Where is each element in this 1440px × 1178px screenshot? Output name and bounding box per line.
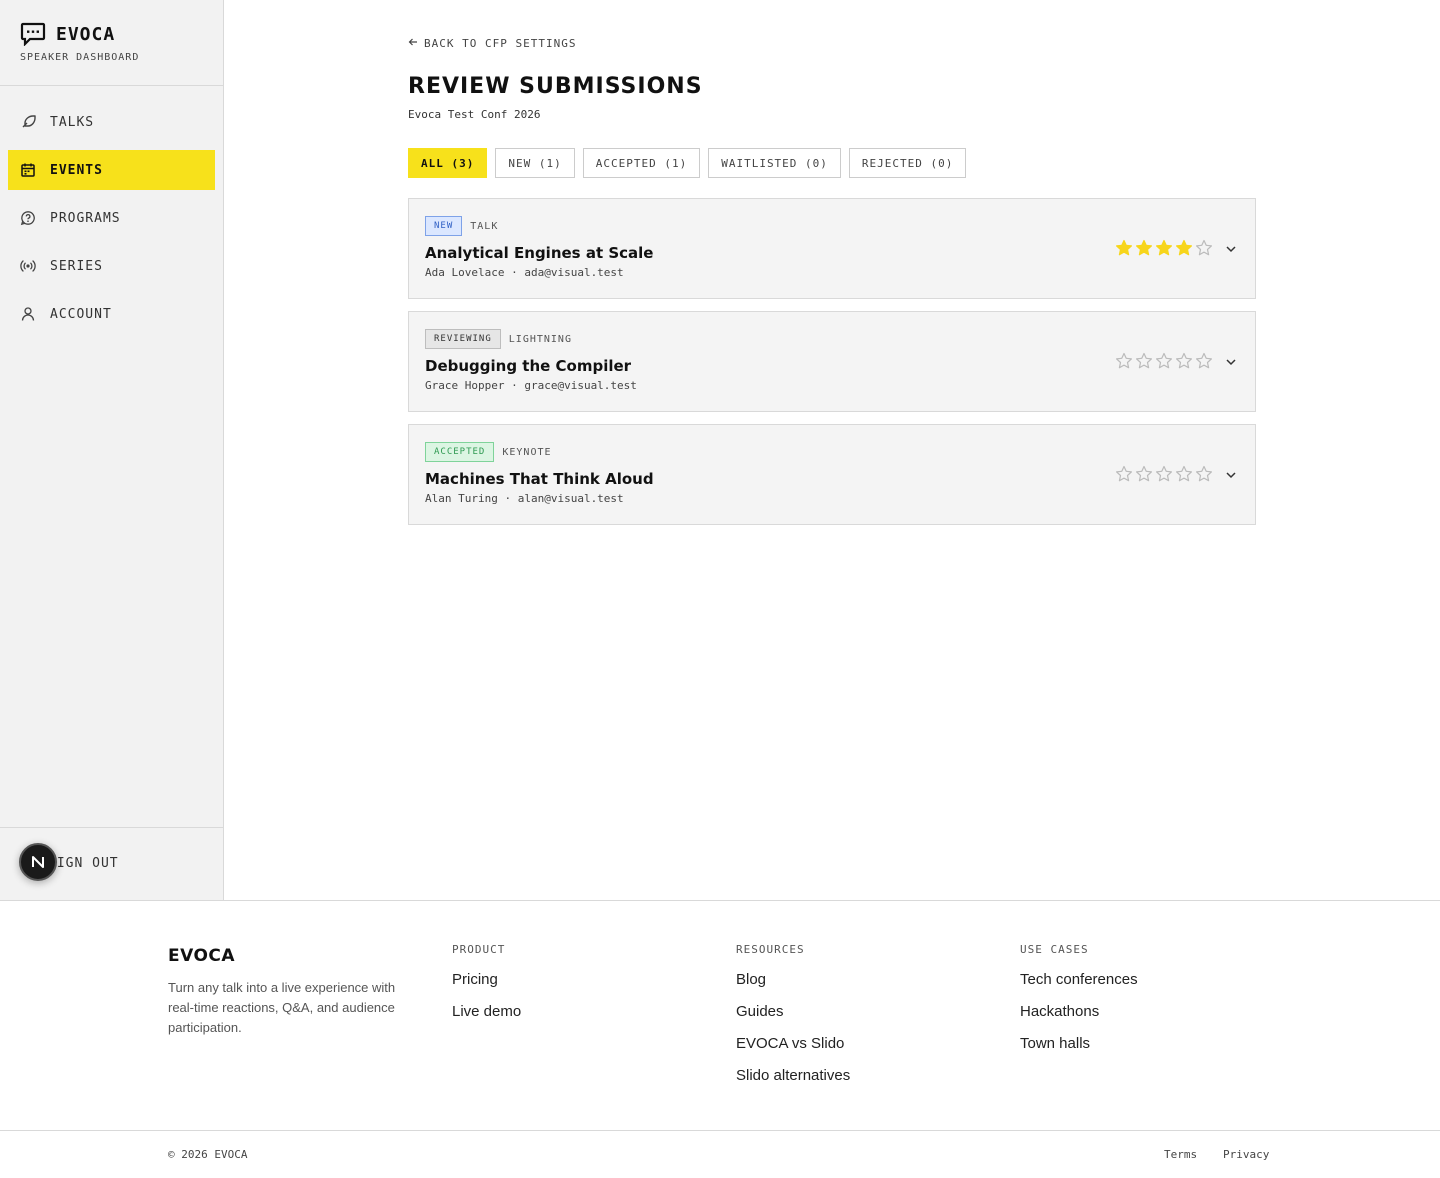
footer-column-resources: RESOURCES Blog Guides EVOCA vs Slido Sli… [736,943,850,1098]
footer-link-town-halls[interactable]: Town halls [1020,1034,1138,1066]
chat-bubble-icon [20,22,46,46]
broadcast-icon [20,258,36,274]
back-link-label: BACK TO CFP SETTINGS [424,37,577,50]
sidebar-item-programs[interactable]: PROGRAMS [8,198,215,238]
footer-link-guides[interactable]: Guides [736,1002,850,1034]
dev-tools-badge[interactable] [19,843,57,881]
star-rating[interactable] [1115,465,1213,483]
footer-tagline: Turn any talk into a live experience wit… [168,980,396,1035]
sidebar: EVOCA SPEAKER DASHBOARD TALKS EVENTS PRO… [0,0,224,901]
sidebar-item-talks[interactable]: TALKS [8,102,215,142]
footer-link-pricing[interactable]: Pricing [452,970,521,1002]
site-footer: EVOCA Turn any talk into a live experien… [0,900,1440,1178]
star-empty-icon[interactable] [1135,465,1153,483]
footer-heading: RESOURCES [736,943,805,956]
star-filled-icon[interactable] [1115,239,1133,257]
status-badge: ACCEPTED [425,442,495,462]
help-circle-icon [20,210,36,226]
star-empty-icon[interactable] [1115,465,1133,483]
sign-out-button[interactable]: SIGN OUT [48,856,119,871]
footer-link-vs-slido[interactable]: EVOCA vs Slido [736,1034,850,1066]
star-empty-icon[interactable] [1175,465,1193,483]
sidebar-item-account[interactable]: ACCOUNT [8,294,215,334]
back-link[interactable]: BACK TO CFP SETTINGS [408,37,576,50]
footer-link-live-demo[interactable]: Live demo [452,1002,521,1034]
sidebar-item-label: PROGRAMS [50,210,121,226]
quill-icon [20,114,36,130]
footer-bottom-bar: © 2026 EVOCA Terms Privacy [0,1130,1440,1178]
submission-card[interactable]: NEW TALK Analytical Engines at Scale Ada… [408,198,1256,299]
star-empty-icon[interactable] [1175,352,1193,370]
star-filled-icon[interactable] [1175,239,1193,257]
star-rating[interactable] [1115,239,1213,257]
chevron-down-icon[interactable] [1223,354,1239,370]
sidebar-item-label: SERIES [50,258,103,274]
terms-link[interactable]: Terms [1164,1148,1197,1161]
filter-rejected[interactable]: REJECTED (0) [848,148,967,178]
footer-link-slido-alternatives[interactable]: Slido alternatives [736,1066,850,1098]
submission-title: Machines That Think Aloud [425,470,654,488]
star-filled-icon[interactable] [1155,239,1173,257]
star-empty-icon[interactable] [1195,352,1213,370]
chevron-down-icon[interactable] [1223,241,1239,257]
submission-card[interactable]: ACCEPTED KEYNOTE Machines That Think Alo… [408,424,1256,525]
copyright: © 2026 EVOCA [168,1148,248,1161]
star-empty-icon[interactable] [1195,239,1213,257]
star-empty-icon[interactable] [1155,352,1173,370]
submission-card[interactable]: REVIEWING LIGHTNING Debugging the Compil… [408,311,1256,412]
filter-accepted[interactable]: ACCEPTED (1) [582,148,701,178]
submission-speaker: Grace Hopper · grace@visual.test [425,379,637,392]
sidebar-item-label: TALKS [50,114,95,130]
sidebar-item-events[interactable]: EVENTS [8,150,215,190]
footer-link-tech-conferences[interactable]: Tech conferences [1020,970,1138,1002]
footer-link-blog[interactable]: Blog [736,970,850,1002]
brand-subtitle: SPEAKER DASHBOARD [20,52,140,63]
sidebar-nav: TALKS EVENTS PROGRAMS SERIES ACCOUNT [0,86,223,334]
submission-title: Analytical Engines at Scale [425,244,654,262]
sidebar-brand: EVOCA SPEAKER DASHBOARD [0,0,223,86]
privacy-link[interactable]: Privacy [1223,1148,1269,1161]
submission-type: LIGHTNING [508,333,572,345]
page-title: REVIEW SUBMISSIONS [408,74,703,99]
arrow-left-icon [408,37,418,50]
filter-waitlisted[interactable]: WAITLISTED (0) [708,148,841,178]
sidebar-item-label: EVENTS [50,162,103,178]
n-logo-icon [32,856,44,868]
sidebar-item-label: ACCOUNT [50,306,112,322]
chevron-down-icon[interactable] [1223,467,1239,483]
brand-name[interactable]: EVOCA [56,24,115,45]
footer-column-product: PRODUCT Pricing Live demo [452,943,521,1034]
submission-speaker: Alan Turing · alan@visual.test [425,492,624,505]
status-badge: NEW [425,216,463,236]
filter-all[interactable]: ALL (3) [408,148,488,178]
filter-new[interactable]: NEW (1) [495,148,575,178]
footer-heading: USE CASES [1020,943,1089,956]
calendar-icon [20,162,36,178]
status-filter-tabs: ALL (3) NEW (1) ACCEPTED (1) WAITLISTED … [408,148,967,178]
event-name: Evoca Test Conf 2026 [408,108,541,121]
submission-title: Debugging the Compiler [425,357,632,375]
star-empty-icon[interactable] [1155,465,1173,483]
star-empty-icon[interactable] [1195,465,1213,483]
submission-type: KEYNOTE [502,446,552,458]
submission-speaker: Ada Lovelace · ada@visual.test [425,266,624,279]
star-filled-icon[interactable] [1135,239,1153,257]
star-rating[interactable] [1115,352,1213,370]
footer-brand[interactable]: EVOCA [168,946,235,966]
sidebar-item-series[interactable]: SERIES [8,246,215,286]
star-empty-icon[interactable] [1115,352,1133,370]
star-empty-icon[interactable] [1135,352,1153,370]
submission-type: TALK [470,220,499,232]
status-badge: REVIEWING [425,329,501,349]
footer-link-hackathons[interactable]: Hackathons [1020,1002,1138,1034]
footer-heading: PRODUCT [452,943,506,956]
user-icon [20,306,36,322]
footer-column-use-cases: USE CASES Tech conferences Hackathons To… [1020,943,1138,1066]
